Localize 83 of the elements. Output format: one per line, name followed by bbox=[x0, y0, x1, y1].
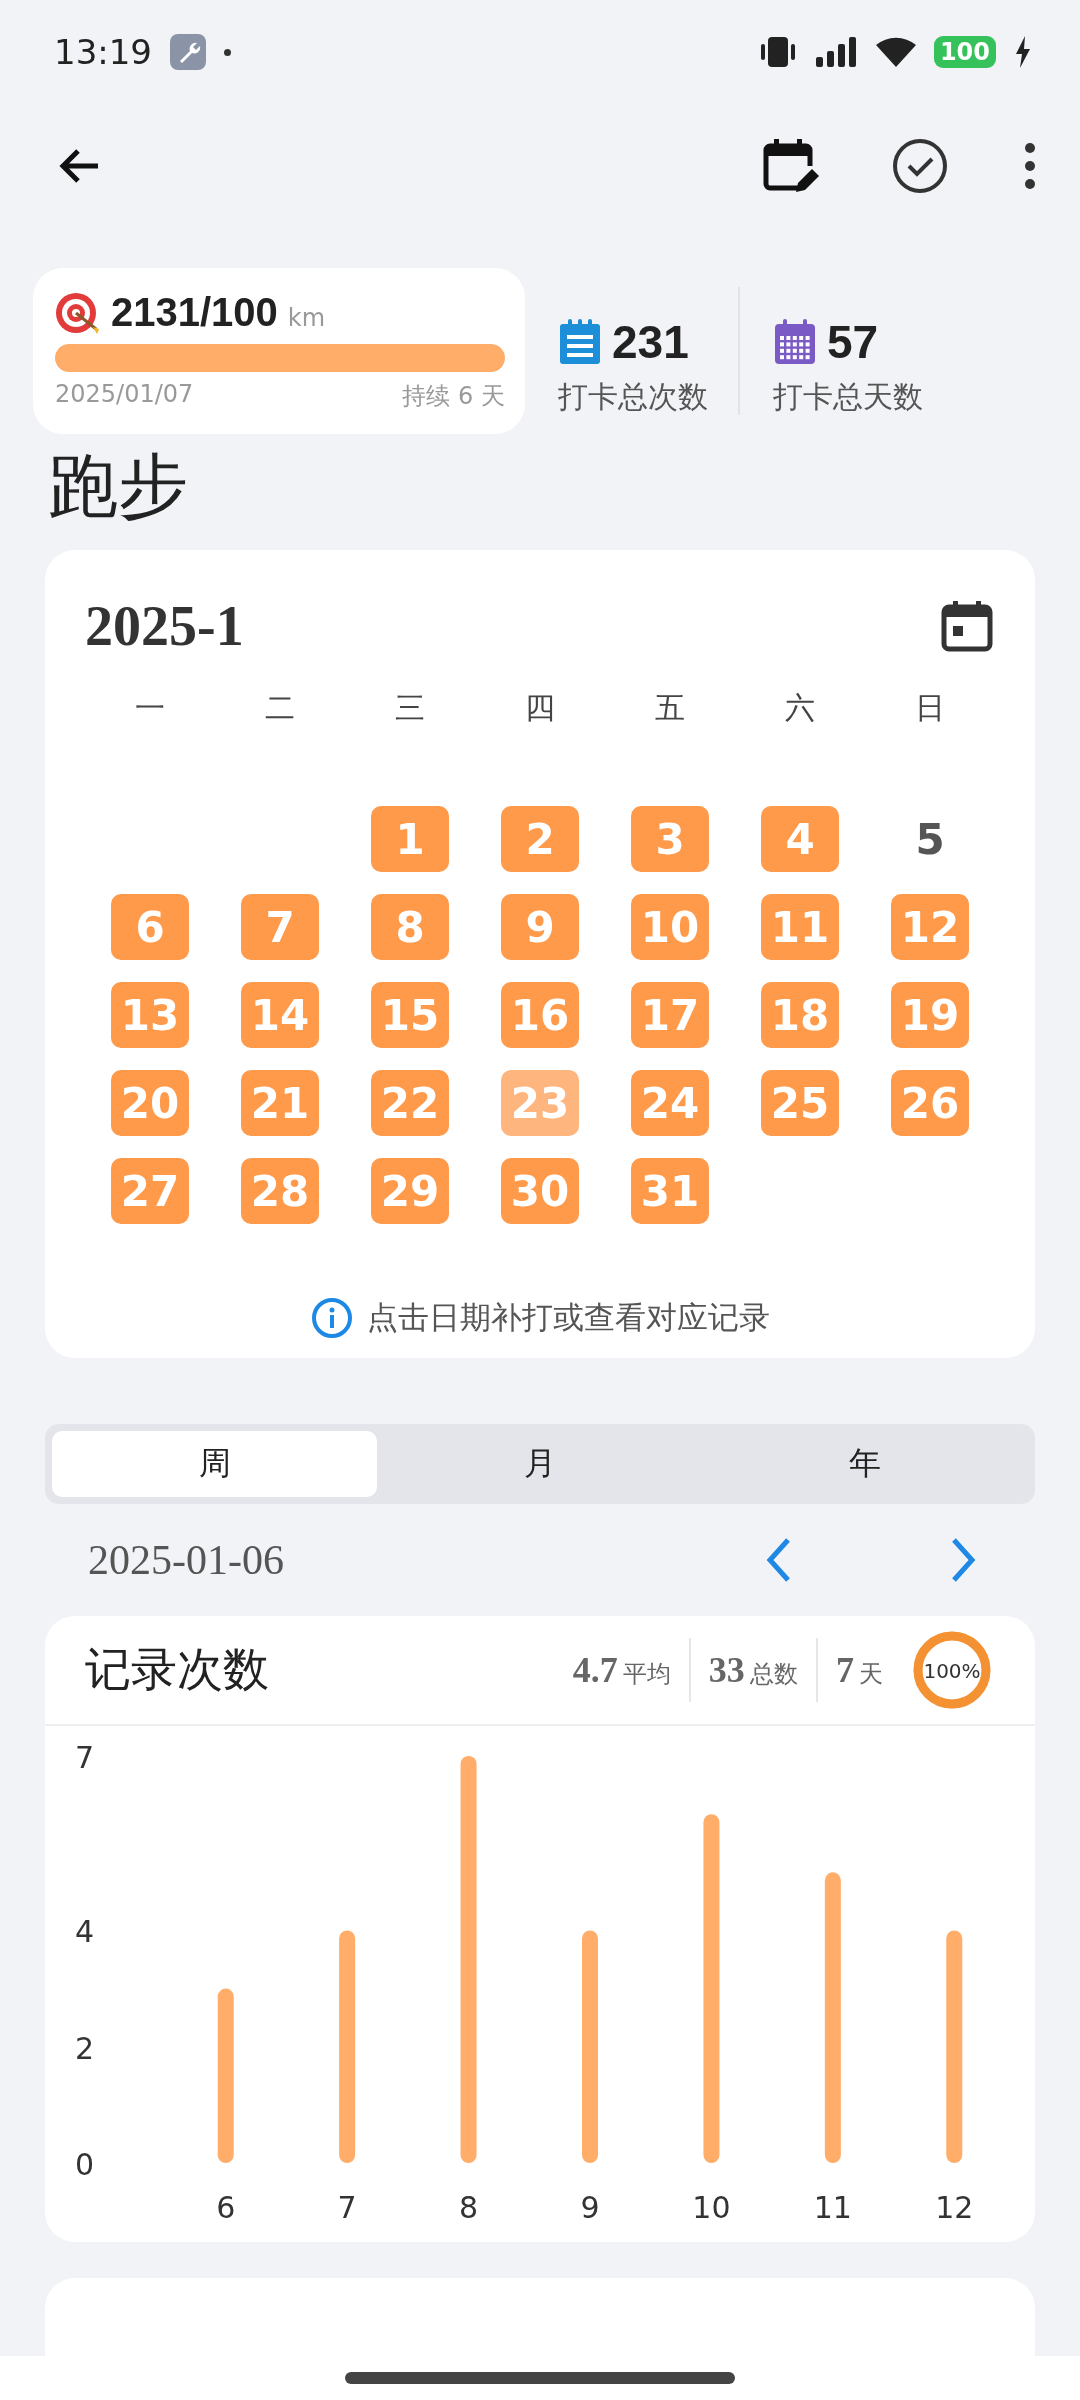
stat-value: 57 bbox=[827, 315, 879, 369]
calendar-icon bbox=[773, 318, 817, 366]
period-tab[interactable]: 周 bbox=[52, 1431, 378, 1497]
weekday-label: 二 bbox=[264, 689, 296, 727]
calendar-day[interactable]: 8 bbox=[371, 894, 449, 960]
calendar-day[interactable]: 17 bbox=[631, 982, 709, 1048]
wrench-icon bbox=[170, 34, 206, 70]
calendar-day[interactable]: 19 bbox=[891, 982, 969, 1048]
weekday-label: 五 bbox=[654, 689, 686, 727]
axis-label: 12 bbox=[935, 2190, 974, 2225]
calendar-day[interactable]: 16 bbox=[501, 982, 579, 1048]
calendar-day[interactable]: 12 bbox=[891, 894, 969, 960]
axis-label: 10 bbox=[692, 2190, 731, 2225]
calendar-day[interactable]: 31 bbox=[631, 1158, 709, 1224]
summary-stat: 7 天 bbox=[835, 1649, 883, 1691]
axis-label: 4 bbox=[75, 1914, 95, 1950]
calendar-day[interactable]: 28 bbox=[241, 1158, 319, 1224]
charging-icon bbox=[1014, 35, 1032, 69]
calendar-day[interactable]: 2 bbox=[501, 806, 579, 872]
calendar-day[interactable]: 20 bbox=[111, 1070, 189, 1136]
hint-text: 点击日期补打或查看对应记录 bbox=[366, 1298, 770, 1337]
calendar-day[interactable]: 11 bbox=[761, 894, 839, 960]
summary-stat: 33 总数 bbox=[708, 1649, 798, 1691]
stat-label: 打卡总天数 bbox=[773, 378, 923, 416]
vibrate-icon bbox=[759, 35, 796, 69]
period-tab[interactable]: 年 bbox=[702, 1431, 1028, 1497]
calendar-day[interactable]: 24 bbox=[631, 1070, 709, 1136]
calendar-day[interactable]: 29 bbox=[371, 1158, 449, 1224]
axis-label: 6 bbox=[216, 2190, 236, 2225]
calendar-day[interactable]: 27 bbox=[111, 1158, 189, 1224]
battery-level: 100 bbox=[933, 36, 996, 68]
goal-value: 2131/100 bbox=[111, 290, 278, 335]
weekday-label: 一 bbox=[134, 689, 166, 727]
calendar-day[interactable]: 18 bbox=[761, 982, 839, 1048]
calendar-day[interactable]: 9 bbox=[501, 894, 579, 960]
goal-date: 2025/01/07 bbox=[55, 380, 194, 410]
calendar-day[interactable]: 14 bbox=[241, 982, 319, 1048]
axis-label: 7 bbox=[337, 2190, 357, 2225]
goal-unit: km bbox=[287, 304, 326, 332]
calendar-day[interactable]: 26 bbox=[891, 1070, 969, 1136]
calendar-day[interactable]: 1 bbox=[371, 806, 449, 872]
period-tab[interactable]: 月 bbox=[377, 1431, 703, 1497]
calendar-day[interactable]: 3 bbox=[631, 806, 709, 872]
weekday-label: 四 bbox=[524, 689, 556, 727]
weekday-label: 三 bbox=[394, 689, 426, 727]
calendar-day[interactable]: 4 bbox=[761, 806, 839, 872]
calendar-day[interactable]: 30 bbox=[501, 1158, 579, 1224]
page-title: 跑步 bbox=[48, 444, 189, 528]
target-icon bbox=[55, 290, 101, 336]
axis-label: 11 bbox=[813, 2190, 852, 2225]
signal-icon bbox=[813, 35, 858, 69]
weekday-label: 日 bbox=[914, 689, 946, 727]
info-icon bbox=[310, 1297, 353, 1339]
calendar-day[interactable]: 21 bbox=[241, 1070, 319, 1136]
axis-label: 7 bbox=[75, 1740, 95, 1775]
calendar-day[interactable]: 5 bbox=[891, 806, 969, 872]
streak-text: 持续 6 天 bbox=[402, 381, 505, 412]
weekday-label: 六 bbox=[784, 689, 816, 727]
calendar-day[interactable]: 7 bbox=[241, 894, 319, 960]
completion-label: 100% bbox=[923, 1659, 981, 1683]
calendar-day[interactable]: 23 bbox=[501, 1070, 579, 1136]
calendar-day[interactable]: 25 bbox=[761, 1070, 839, 1136]
calendar-day[interactable]: 10 bbox=[631, 894, 709, 960]
calendar-month: 2025-1 bbox=[85, 594, 244, 658]
card-title: 记录次数 bbox=[85, 1641, 270, 1698]
axis-label: 9 bbox=[580, 2190, 600, 2225]
axis-label: 2 bbox=[75, 2030, 95, 2066]
stat-label: 打卡总次数 bbox=[558, 378, 708, 416]
calendar-day[interactable]: 15 bbox=[371, 982, 449, 1048]
calendar-icon[interactable] bbox=[939, 598, 995, 654]
check-circle-icon[interactable] bbox=[890, 136, 950, 196]
calendar-day[interactable]: 13 bbox=[111, 982, 189, 1048]
status-time: 13:19 bbox=[54, 32, 152, 72]
summary-stat: 4.7 平均 bbox=[572, 1649, 671, 1691]
period-date: 2025-01-06 bbox=[88, 1536, 285, 1584]
notepad-icon bbox=[558, 318, 602, 366]
wifi-icon bbox=[875, 35, 916, 69]
calendar-day[interactable]: 22 bbox=[371, 1070, 449, 1136]
axis-label: 8 bbox=[459, 2190, 479, 2225]
axis-label: 0 bbox=[75, 2147, 95, 2182]
notification-dot bbox=[224, 48, 231, 56]
calendar-day[interactable]: 6 bbox=[111, 894, 189, 960]
stat-value: 231 bbox=[612, 315, 689, 369]
